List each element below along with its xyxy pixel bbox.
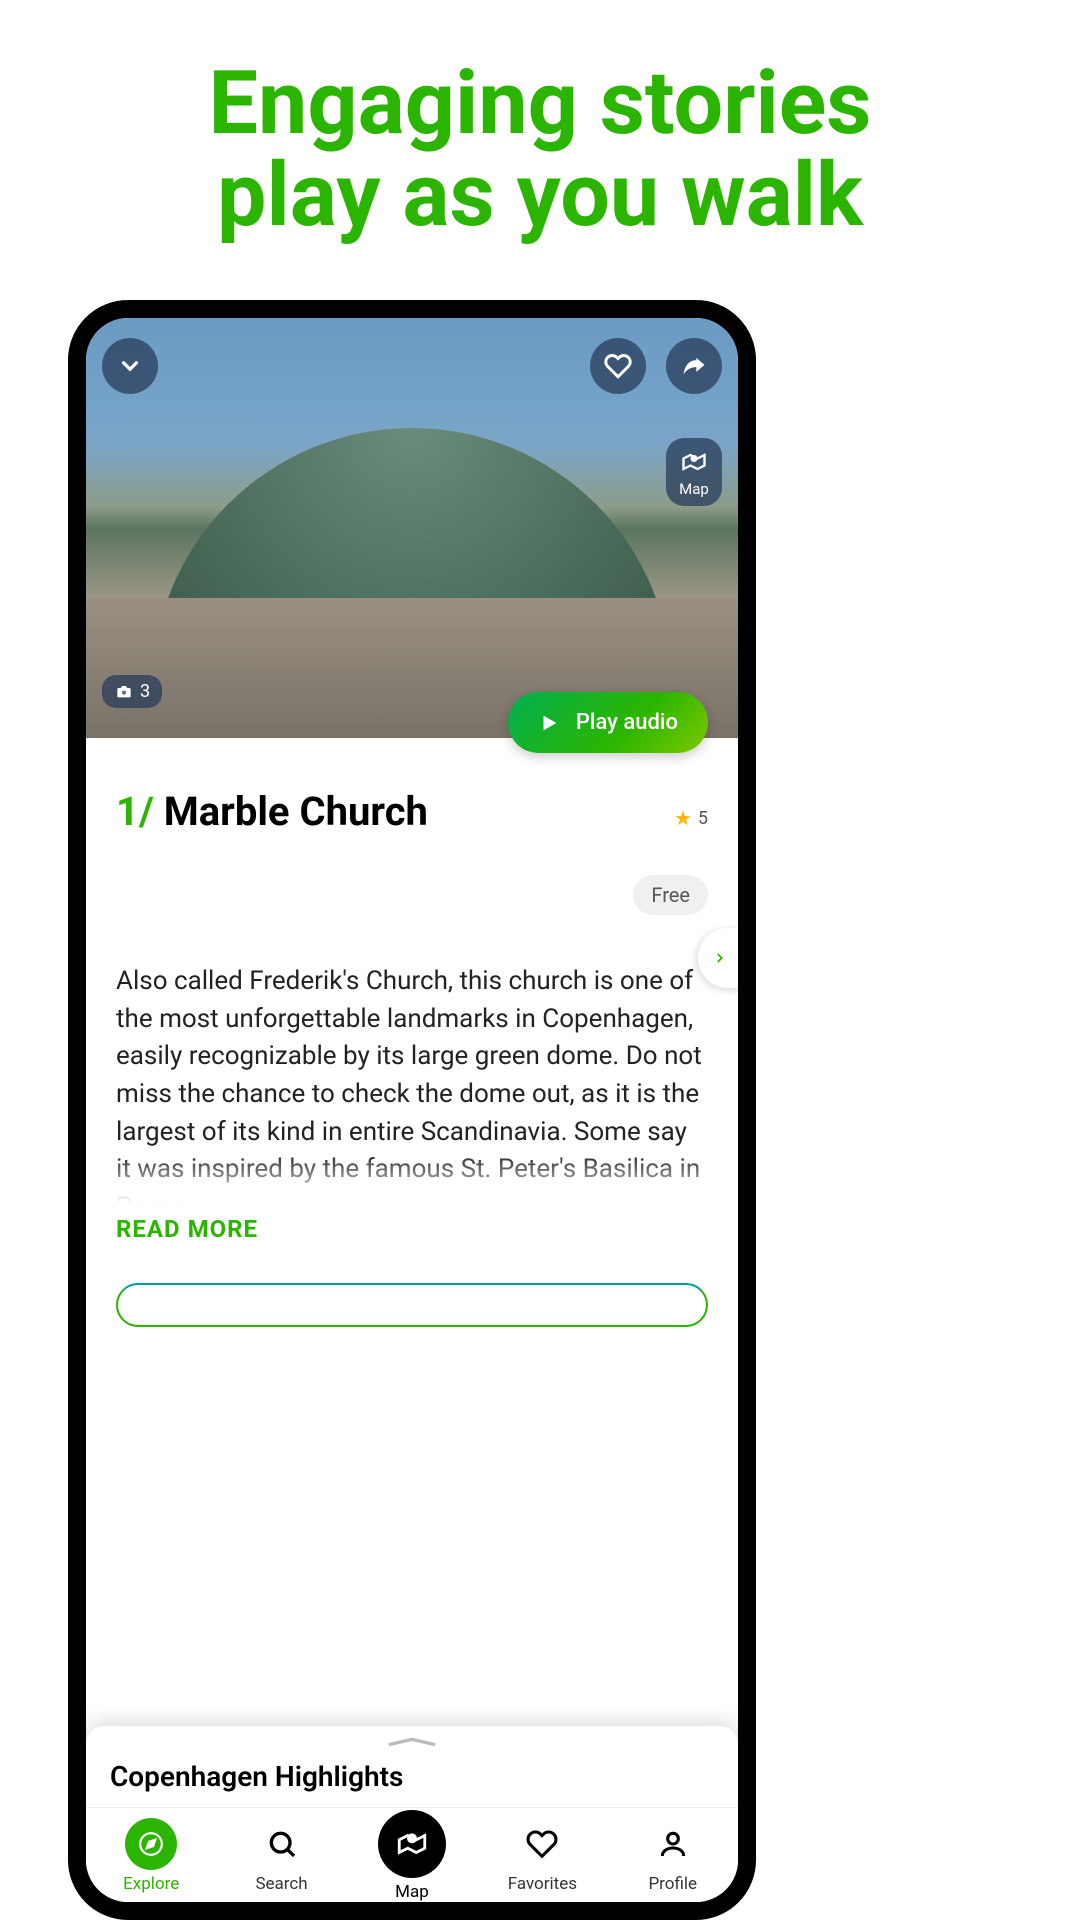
poi-title: 1/ Marble Church [116, 788, 428, 835]
collapse-button[interactable] [102, 338, 158, 394]
share-button[interactable] [666, 338, 722, 394]
person-icon [657, 1828, 689, 1860]
open-map-button[interactable]: Map [666, 438, 722, 506]
chevron-right-icon [713, 947, 727, 969]
chevron-down-icon [117, 353, 143, 379]
phone-mockup-frame: Map 3 Play audio 1/ Marble Church ★ 5 [68, 300, 756, 1920]
rating-value: 5 [698, 808, 708, 829]
heart-nav-icon [526, 1828, 558, 1860]
price-badge: Free [633, 875, 708, 915]
nav-explore[interactable]: Explore [91, 1818, 211, 1894]
nav-search[interactable]: Search [222, 1818, 342, 1894]
photo-count-badge[interactable]: 3 [102, 675, 162, 708]
bottom-nav: Explore Search Map [86, 1807, 738, 1902]
read-more-button[interactable]: READ MORE [116, 1215, 708, 1243]
app-screen: Map 3 Play audio 1/ Marble Church ★ 5 [86, 318, 738, 1902]
poi-hero-image[interactable]: Map 3 [86, 318, 738, 738]
play-audio-label: Play audio [576, 710, 678, 735]
poi-index: 1/ [116, 788, 154, 835]
nav-profile[interactable]: Profile [613, 1818, 733, 1894]
nav-map[interactable]: Map [352, 1818, 472, 1902]
favorite-button[interactable] [590, 338, 646, 394]
map-nav-icon [395, 1827, 429, 1861]
poi-content: 1/ Marble Church ★ 5 Free Also called Fr… [86, 738, 738, 1902]
play-icon [538, 712, 560, 734]
poi-description: Also called Frederik's Church, this chur… [116, 963, 708, 1203]
headline-line-2: play as you walk [0, 150, 1080, 242]
share-arrow-icon [680, 352, 708, 380]
nav-map-label: Map [395, 1882, 429, 1902]
marketing-headline: Engaging stories play as you walk [0, 0, 1080, 243]
camera-icon [114, 684, 134, 700]
related-card[interactable] [116, 1283, 708, 1327]
poi-rating: ★ 5 [674, 806, 708, 830]
tour-title: Copenhagen Highlights [86, 1760, 738, 1807]
star-icon: ★ [674, 806, 692, 830]
sheet-handle-icon[interactable] [382, 1736, 442, 1746]
photo-count-value: 3 [140, 681, 150, 702]
play-audio-button[interactable]: Play audio [508, 692, 708, 753]
search-icon [266, 1828, 298, 1860]
nav-search-label: Search [255, 1874, 307, 1894]
headline-line-1: Engaging stories [0, 58, 1080, 150]
nav-profile-label: Profile [648, 1874, 697, 1894]
nav-favorites[interactable]: Favorites [482, 1818, 602, 1894]
map-pin-icon [680, 448, 708, 476]
heart-icon [604, 352, 632, 380]
map-chip-label: Map [666, 480, 722, 498]
tour-bottom-sheet[interactable]: Copenhagen Highlights Explore Search [86, 1726, 738, 1902]
nav-explore-label: Explore [123, 1874, 179, 1894]
poi-name: Marble Church [164, 788, 428, 835]
compass-icon [138, 1831, 164, 1857]
nav-favorites-label: Favorites [508, 1874, 577, 1894]
